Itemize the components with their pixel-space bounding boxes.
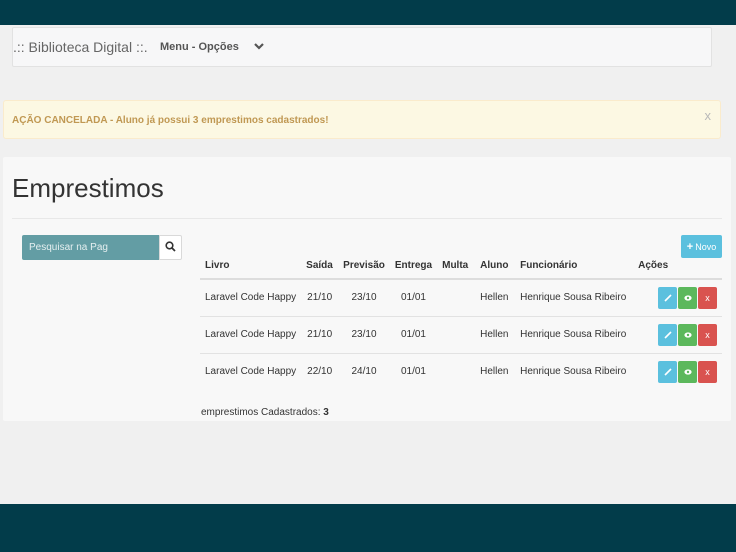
cell-saida: 21/10 [301, 315, 339, 353]
cell-saida: 22/10 [301, 352, 339, 390]
view-button[interactable] [678, 286, 697, 309]
cell-entrega: 01/01 [389, 315, 438, 353]
cell-funcionario: Henrique Sousa Ribeiro [515, 278, 634, 316]
table-header-row: Livro Saída Previsão Entrega Multa Aluno… [200, 253, 722, 280]
pencil-icon [663, 368, 672, 376]
chevron-down-icon [253, 42, 265, 52]
cell-multa [437, 352, 476, 390]
top-bar [0, 0, 736, 25]
edit-button[interactable] [658, 323, 677, 346]
cell-previsao: 24/10 [338, 352, 390, 390]
title-divider [12, 218, 722, 219]
brand-title[interactable]: .:: Biblioteca Digital ::. [13, 39, 148, 55]
cell-aluno: Hellen [475, 278, 516, 316]
cell-previsao: 23/10 [338, 315, 390, 353]
column-header-entrega: Entrega [389, 253, 438, 280]
column-header-livro: Livro [200, 253, 302, 280]
cell-livro: Laravel Code Happy [200, 352, 302, 390]
delete-button[interactable]: x [698, 323, 717, 346]
edit-button[interactable] [658, 286, 677, 309]
eye-icon [683, 295, 692, 301]
column-header-previsao: Previsão [338, 253, 390, 280]
cell-acoes: x [633, 315, 722, 353]
column-header-acoes: Ações [633, 253, 722, 280]
alert-close-button[interactable]: x [705, 108, 712, 123]
column-header-multa: Multa [437, 253, 476, 280]
eye-icon [683, 369, 692, 375]
cell-multa [437, 278, 476, 316]
search-group [22, 235, 182, 260]
cell-funcionario: Henrique Sousa Ribeiro [515, 315, 634, 353]
warning-alert: AÇÃO CANCELADA - Aluno já possui 3 empre… [3, 100, 721, 139]
plus-icon: + [686, 240, 694, 253]
cell-acoes: x [633, 352, 722, 390]
cell-saida: 21/10 [301, 278, 339, 316]
table-row: Laravel Code Happy 21/10 23/10 01/01 Hel… [200, 278, 722, 316]
view-button[interactable] [678, 360, 697, 383]
search-input[interactable] [22, 235, 159, 260]
search-button[interactable] [159, 235, 182, 260]
cell-previsao: 23/10 [338, 278, 390, 316]
loan-count: emprestimos Cadastrados: 3 [201, 407, 329, 418]
cell-aluno: Hellen [475, 315, 516, 353]
cell-livro: Laravel Code Happy [200, 278, 302, 316]
cell-multa [437, 315, 476, 353]
table-row: Laravel Code Happy 22/10 24/10 01/01 Hel… [200, 352, 722, 390]
cell-aluno: Hellen [475, 352, 516, 390]
search-icon [165, 239, 176, 257]
menu-options-label: Menu - Opções [160, 41, 239, 53]
cell-entrega: 01/01 [389, 278, 438, 316]
bottom-bar [0, 504, 736, 552]
alert-message: AÇÃO CANCELADA - Aluno já possui 3 empre… [12, 115, 329, 126]
pencil-icon [663, 294, 672, 302]
pencil-icon [663, 330, 672, 339]
delete-button[interactable]: x [698, 360, 717, 383]
add-new-label: Novo [695, 241, 717, 252]
column-header-funcionario: Funcionário [515, 253, 634, 280]
cell-acoes: x [633, 278, 722, 316]
edit-button[interactable] [658, 360, 677, 383]
column-header-saida: Saída [301, 253, 339, 280]
loans-table: Livro Saída Previsão Entrega Multa Aluno… [200, 253, 722, 390]
loan-count-label: emprestimos Cadastrados: [201, 407, 321, 418]
page-title: Emprestimos [12, 173, 164, 203]
cell-entrega: 01/01 [389, 352, 438, 390]
navbar: .:: Biblioteca Digital ::. Menu - Opções [12, 27, 712, 67]
menu-options-dropdown[interactable]: Menu - Opções [160, 41, 265, 53]
cell-funcionario: Henrique Sousa Ribeiro [515, 352, 634, 390]
main-panel: Emprestimos + Novo Livro Saída Previsão … [3, 157, 731, 421]
loan-count-value: 3 [323, 407, 329, 418]
view-button[interactable] [678, 323, 697, 346]
eye-icon [683, 331, 692, 338]
table-row: Laravel Code Happy 21/10 23/10 01/01 Hel… [200, 315, 722, 353]
column-header-aluno: Aluno [475, 253, 516, 280]
cell-livro: Laravel Code Happy [200, 315, 302, 353]
delete-button[interactable]: x [698, 286, 717, 309]
